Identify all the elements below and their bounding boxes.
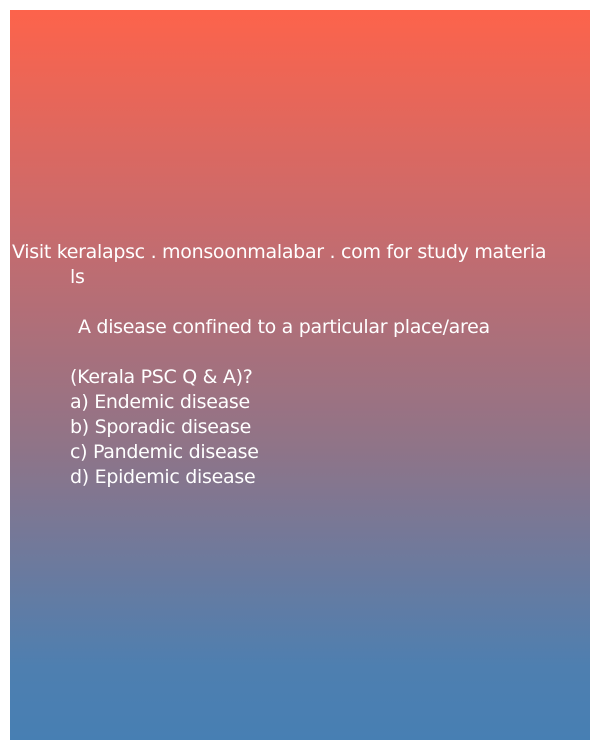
question-text: A disease confined to a particular place… [78, 316, 490, 338]
option-b: b) Sporadic disease [70, 416, 251, 438]
promo-text-line-1: Visit keralapsc . monsoonmalabar . com f… [12, 241, 547, 263]
question-card: Visit keralapsc . monsoonmalabar . com f… [10, 10, 590, 740]
option-a: a) Endemic disease [70, 391, 250, 413]
option-d: d) Epidemic disease [70, 466, 256, 488]
question-source: (Kerala PSC Q & A)? [70, 366, 253, 388]
promo-text-line-2: ls [70, 266, 85, 288]
option-c: c) Pandemic disease [70, 441, 259, 463]
